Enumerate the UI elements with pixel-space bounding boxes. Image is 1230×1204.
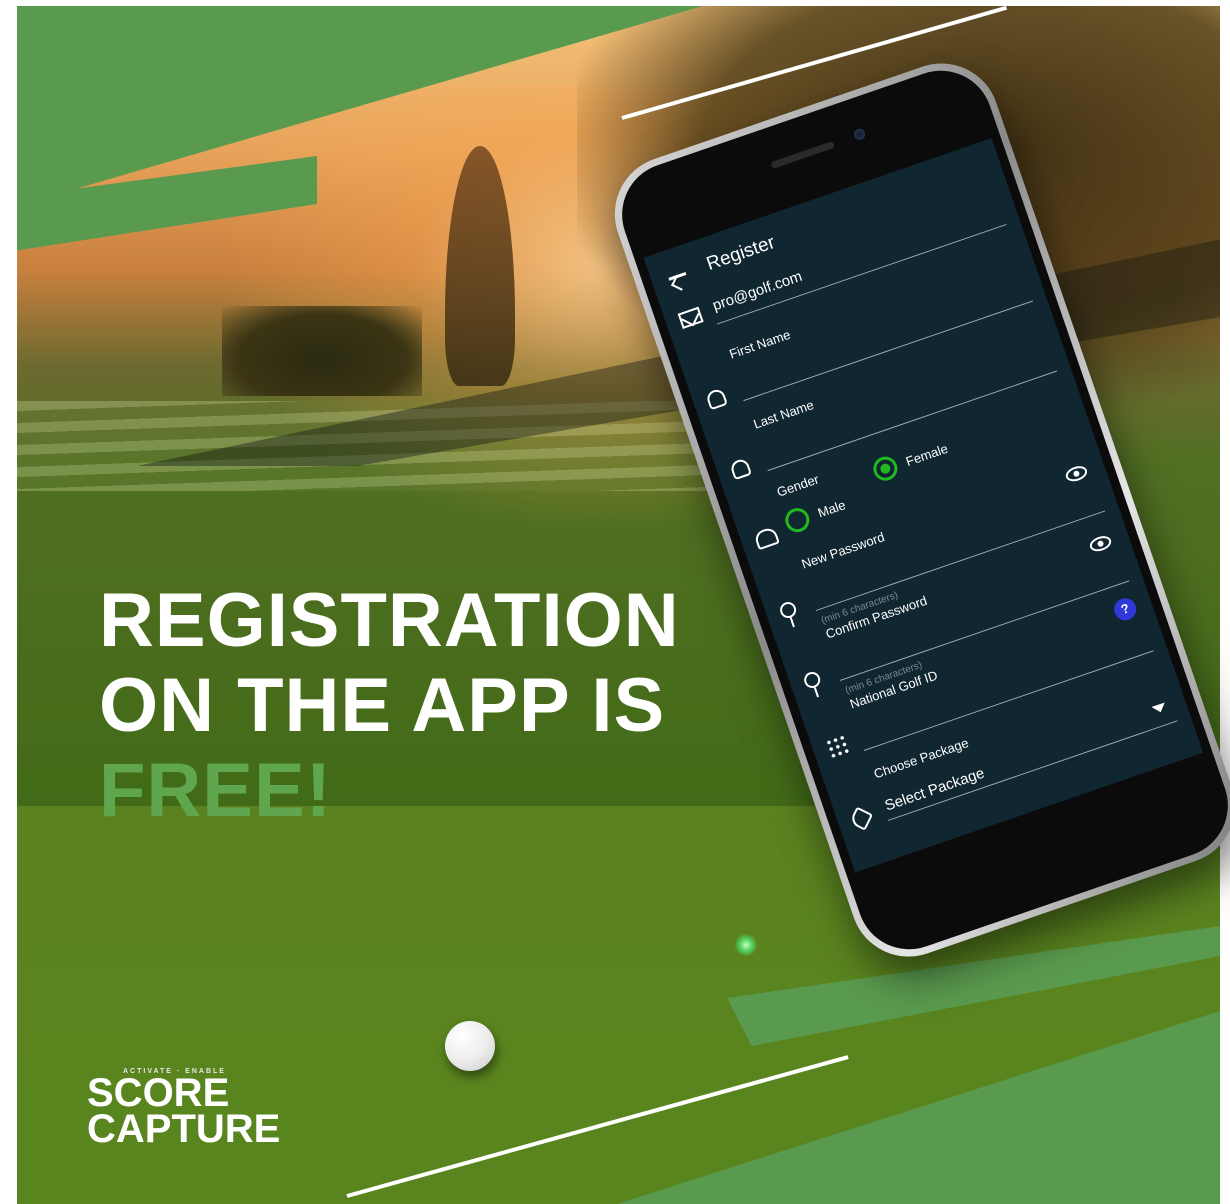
user-icon (705, 387, 728, 411)
user-icon (729, 457, 752, 481)
radio-male-label: Male (815, 496, 848, 521)
key-icon (802, 669, 823, 691)
gender-icon (753, 526, 780, 551)
grid-icon (824, 733, 852, 761)
gender-radio-male[interactable]: Male (782, 492, 849, 536)
bush (222, 306, 422, 396)
logo-line-2: CAPTURE (87, 1107, 281, 1151)
radio-female-label: Female (903, 440, 950, 469)
gender-label: Gender (774, 471, 821, 500)
radio-female-circle[interactable] (870, 453, 901, 484)
camera-icon (852, 127, 867, 142)
headline-line-2: ON THE APP IS (99, 663, 666, 748)
mail-icon (677, 306, 704, 329)
eye-icon[interactable] (1087, 533, 1114, 554)
back-arrow-icon[interactable] (662, 262, 690, 290)
headline-line-1: REGISTRATION (99, 578, 680, 663)
screen-title: Register (703, 232, 778, 275)
key-icon (777, 599, 799, 621)
score-capture-logo: ACTIVATE · ENABLE SCORE CAPTURE (87, 1068, 281, 1151)
gender-radio-female[interactable]: Female (870, 436, 951, 484)
golf-ball (445, 1021, 495, 1071)
headline-line-3: FREE! (99, 748, 332, 833)
earpiece (770, 140, 836, 170)
tee-spark (735, 934, 757, 956)
logo-line-1: SCORE (87, 1071, 230, 1115)
help-icon[interactable]: ? (1111, 595, 1140, 624)
tag-icon (848, 806, 874, 831)
headline: REGISTRATION ON THE APP IS FREE! (99, 578, 680, 833)
dropdown-arrow-icon[interactable] (1151, 702, 1168, 715)
radio-male-circle[interactable] (782, 504, 813, 536)
eye-icon[interactable] (1063, 463, 1090, 484)
